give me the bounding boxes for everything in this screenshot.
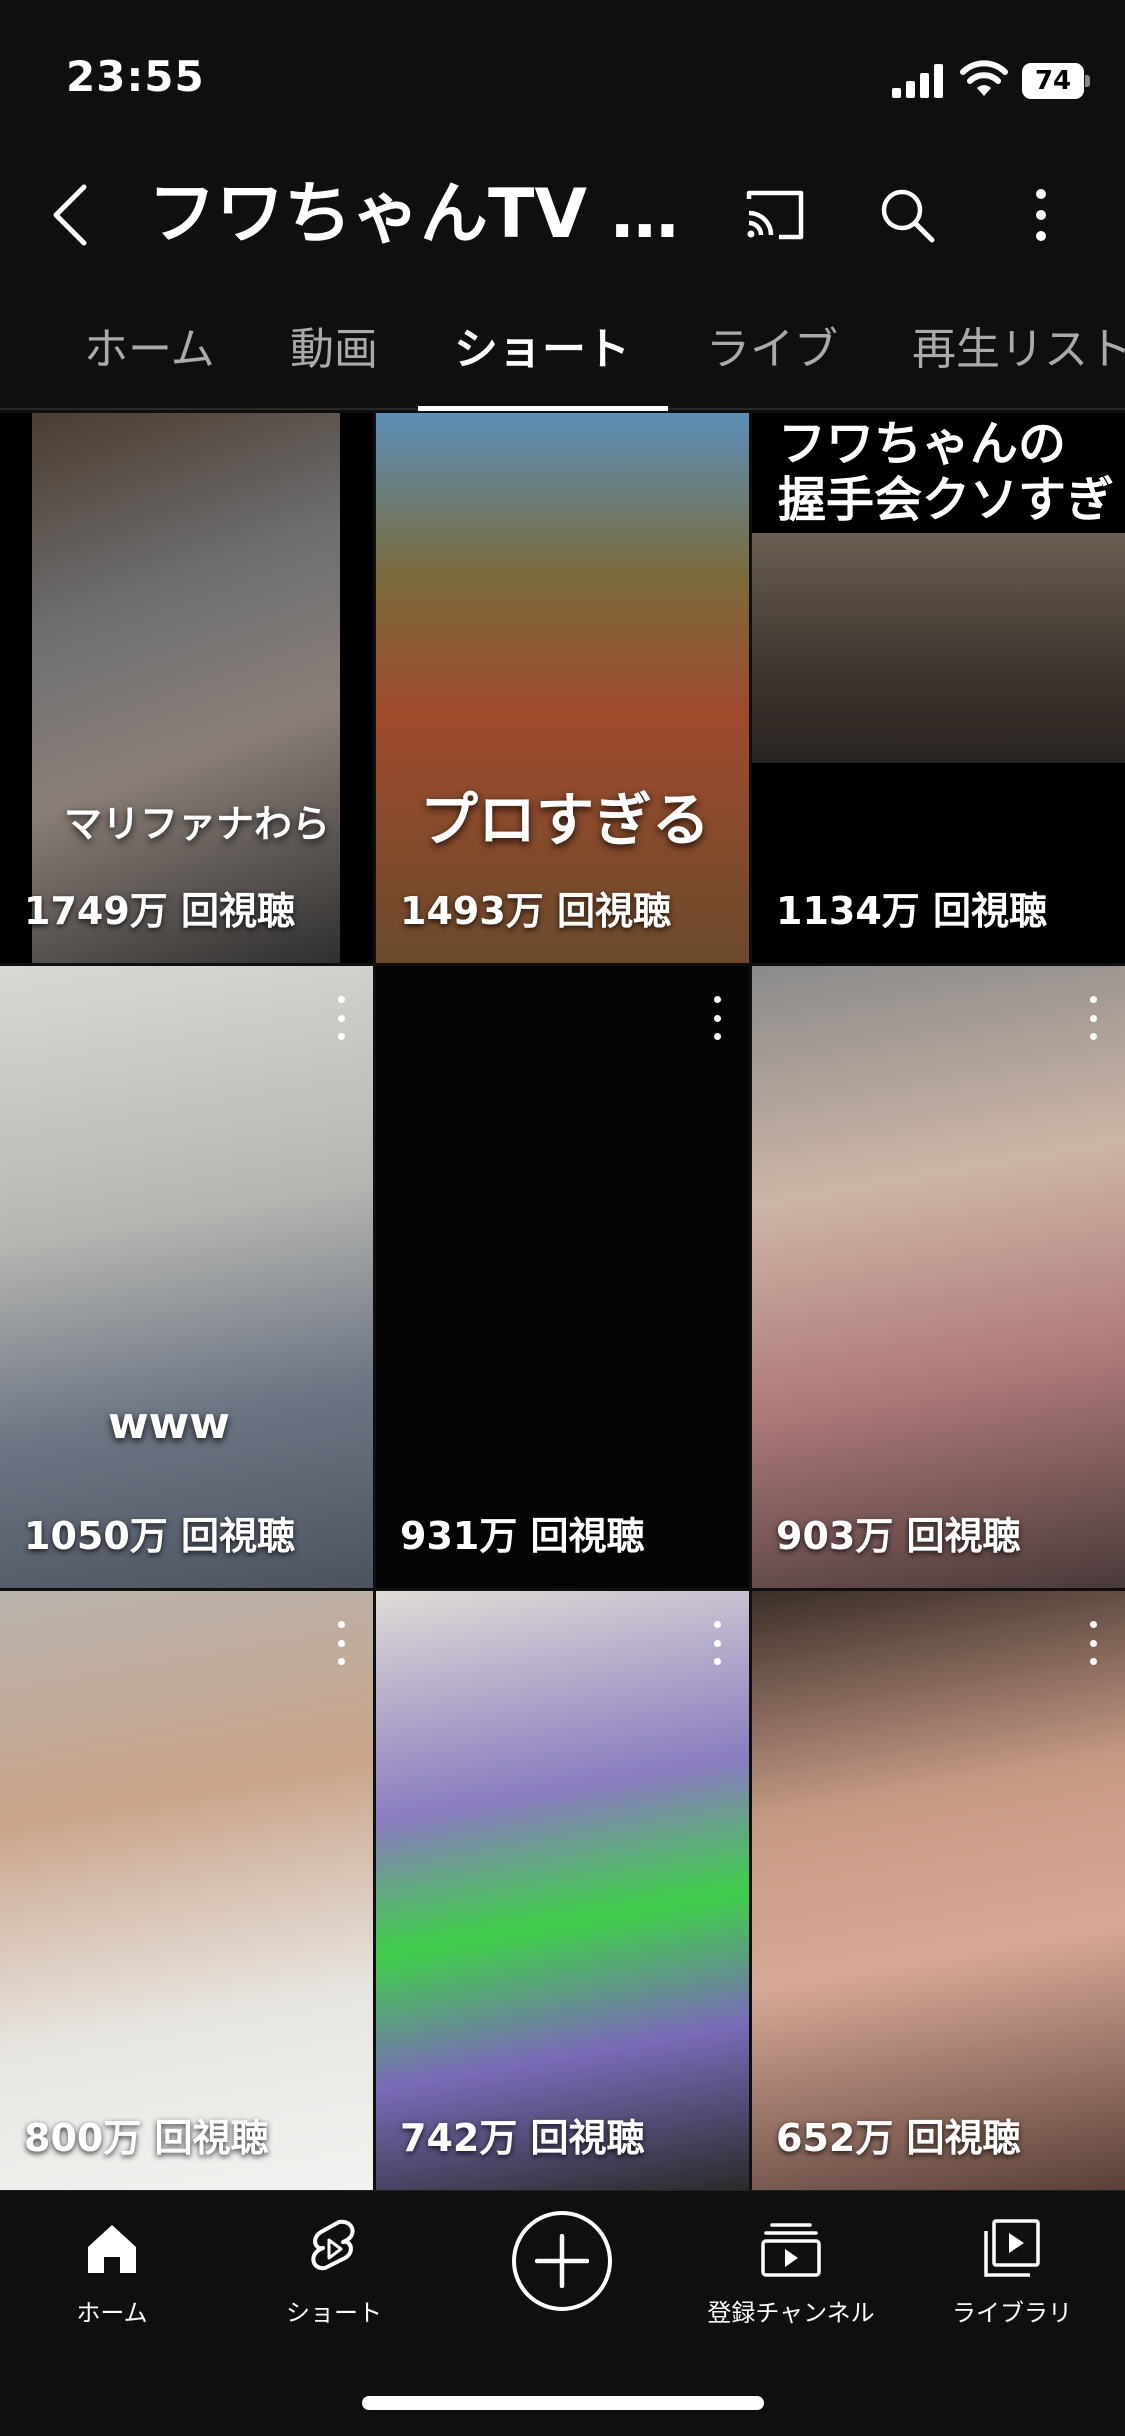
short-view-count: 931万 回視聴 [400,1514,645,1558]
short-more-button[interactable] [707,996,727,1040]
short-thumbnail[interactable]: www 1050万 回視聴 [0,966,373,1588]
short-caption: フワちゃんの [778,416,1067,472]
tab-videos[interactable]: 動画 [290,310,378,390]
cellular-signal-icon [892,64,943,98]
nav-library[interactable]: ライブラリ [912,2211,1112,2341]
shorts-icon [311,2219,355,2271]
tab-home[interactable]: ホーム [84,310,215,390]
nav-subscriptions-label: 登録チャンネル [707,2299,875,2327]
home-indicator [362,2396,764,2410]
short-thumbnail[interactable]: 652万 回視聴 [752,1591,1125,2190]
tab-live[interactable]: ライブ [706,310,838,390]
short-view-count: 800万 回視聴 [24,2116,269,2160]
short-thumbnail[interactable]: 742万 回視聴 [376,1591,749,2190]
cast-icon [746,190,804,240]
nav-library-label: ライブラリ [952,2299,1072,2327]
short-thumbnail[interactable]: プロすぎる 1493万 回視聴 [376,413,749,963]
short-view-count: 1749万 回視聴 [24,889,295,933]
short-more-button[interactable] [1083,1621,1103,1665]
status-time: 23:55 [66,52,205,101]
active-tab-indicator [418,406,668,411]
short-caption-line2: 握手会クソすぎ [778,472,1115,528]
short-caption: マリファナわら [64,802,331,846]
plus-icon [535,2234,589,2288]
battery-level: 74 [1022,63,1084,99]
nav-home-label: ホーム [76,2299,148,2327]
nav-home[interactable]: ホーム [12,2211,212,2341]
battery-icon: 74 [1022,63,1090,99]
short-thumbnail[interactable]: 903万 回視聴 [752,966,1125,1588]
more-vert-icon [1036,189,1046,241]
short-view-count: 742万 回視聴 [400,2116,645,2160]
short-more-button[interactable] [331,1621,351,1665]
tab-playlists[interactable]: 再生リスト [912,310,1125,390]
channel-tabs: ホーム 動画 ショート ライブ 再生リスト [0,300,1125,411]
search-icon [881,189,935,243]
more-options-button[interactable] [1006,180,1076,250]
library-icon [984,2219,1040,2277]
short-more-button[interactable] [331,996,351,1040]
short-thumbnail[interactable]: 800万 回視聴 [0,1591,373,2190]
nav-shorts[interactable]: ショート [234,2211,434,2341]
app-header: フワちゃんTV /フワちゃんTV [0,150,1125,280]
subscriptions-icon [761,2223,821,2277]
status-bar: 23:55 74 [0,0,1125,150]
home-icon [88,2225,136,2273]
short-view-count: 1134万 回視聴 [776,889,1047,933]
search-button[interactable] [872,180,942,250]
channel-title: フワちゃんTV /フワちゃんTV [148,175,696,254]
back-icon [53,184,87,246]
short-view-count: 1493万 回視聴 [400,889,671,933]
short-thumbnail[interactable]: フワちゃんの 握手会クソすぎ 1134万 回視聴 [752,413,1125,963]
short-thumbnail[interactable]: 931万 回視聴 [376,966,749,1588]
tab-shorts[interactable]: ショート [454,310,630,390]
short-caption: www [108,1398,230,1449]
cast-button[interactable] [740,180,810,250]
short-view-count: 652万 回視聴 [776,2116,1021,2160]
short-more-button[interactable] [1083,996,1103,1040]
wifi-icon [960,60,1008,96]
short-thumbnail[interactable]: マリファナわら 1749万 回視聴 [0,413,373,963]
nav-subscriptions[interactable]: 登録チャンネル [686,2211,896,2341]
short-caption: プロすぎる [420,786,711,854]
create-button[interactable] [512,2211,612,2311]
nav-shorts-label: ショート [286,2299,382,2327]
back-button[interactable] [40,180,100,250]
short-view-count: 903万 回視聴 [776,1514,1021,1558]
short-more-button[interactable] [707,1621,727,1665]
short-view-count: 1050万 回視聴 [24,1514,295,1558]
shorts-grid: マリファナわら 1749万 回視聴 プロすぎる 1493万 回視聴 フワちゃんの… [0,413,1125,2190]
